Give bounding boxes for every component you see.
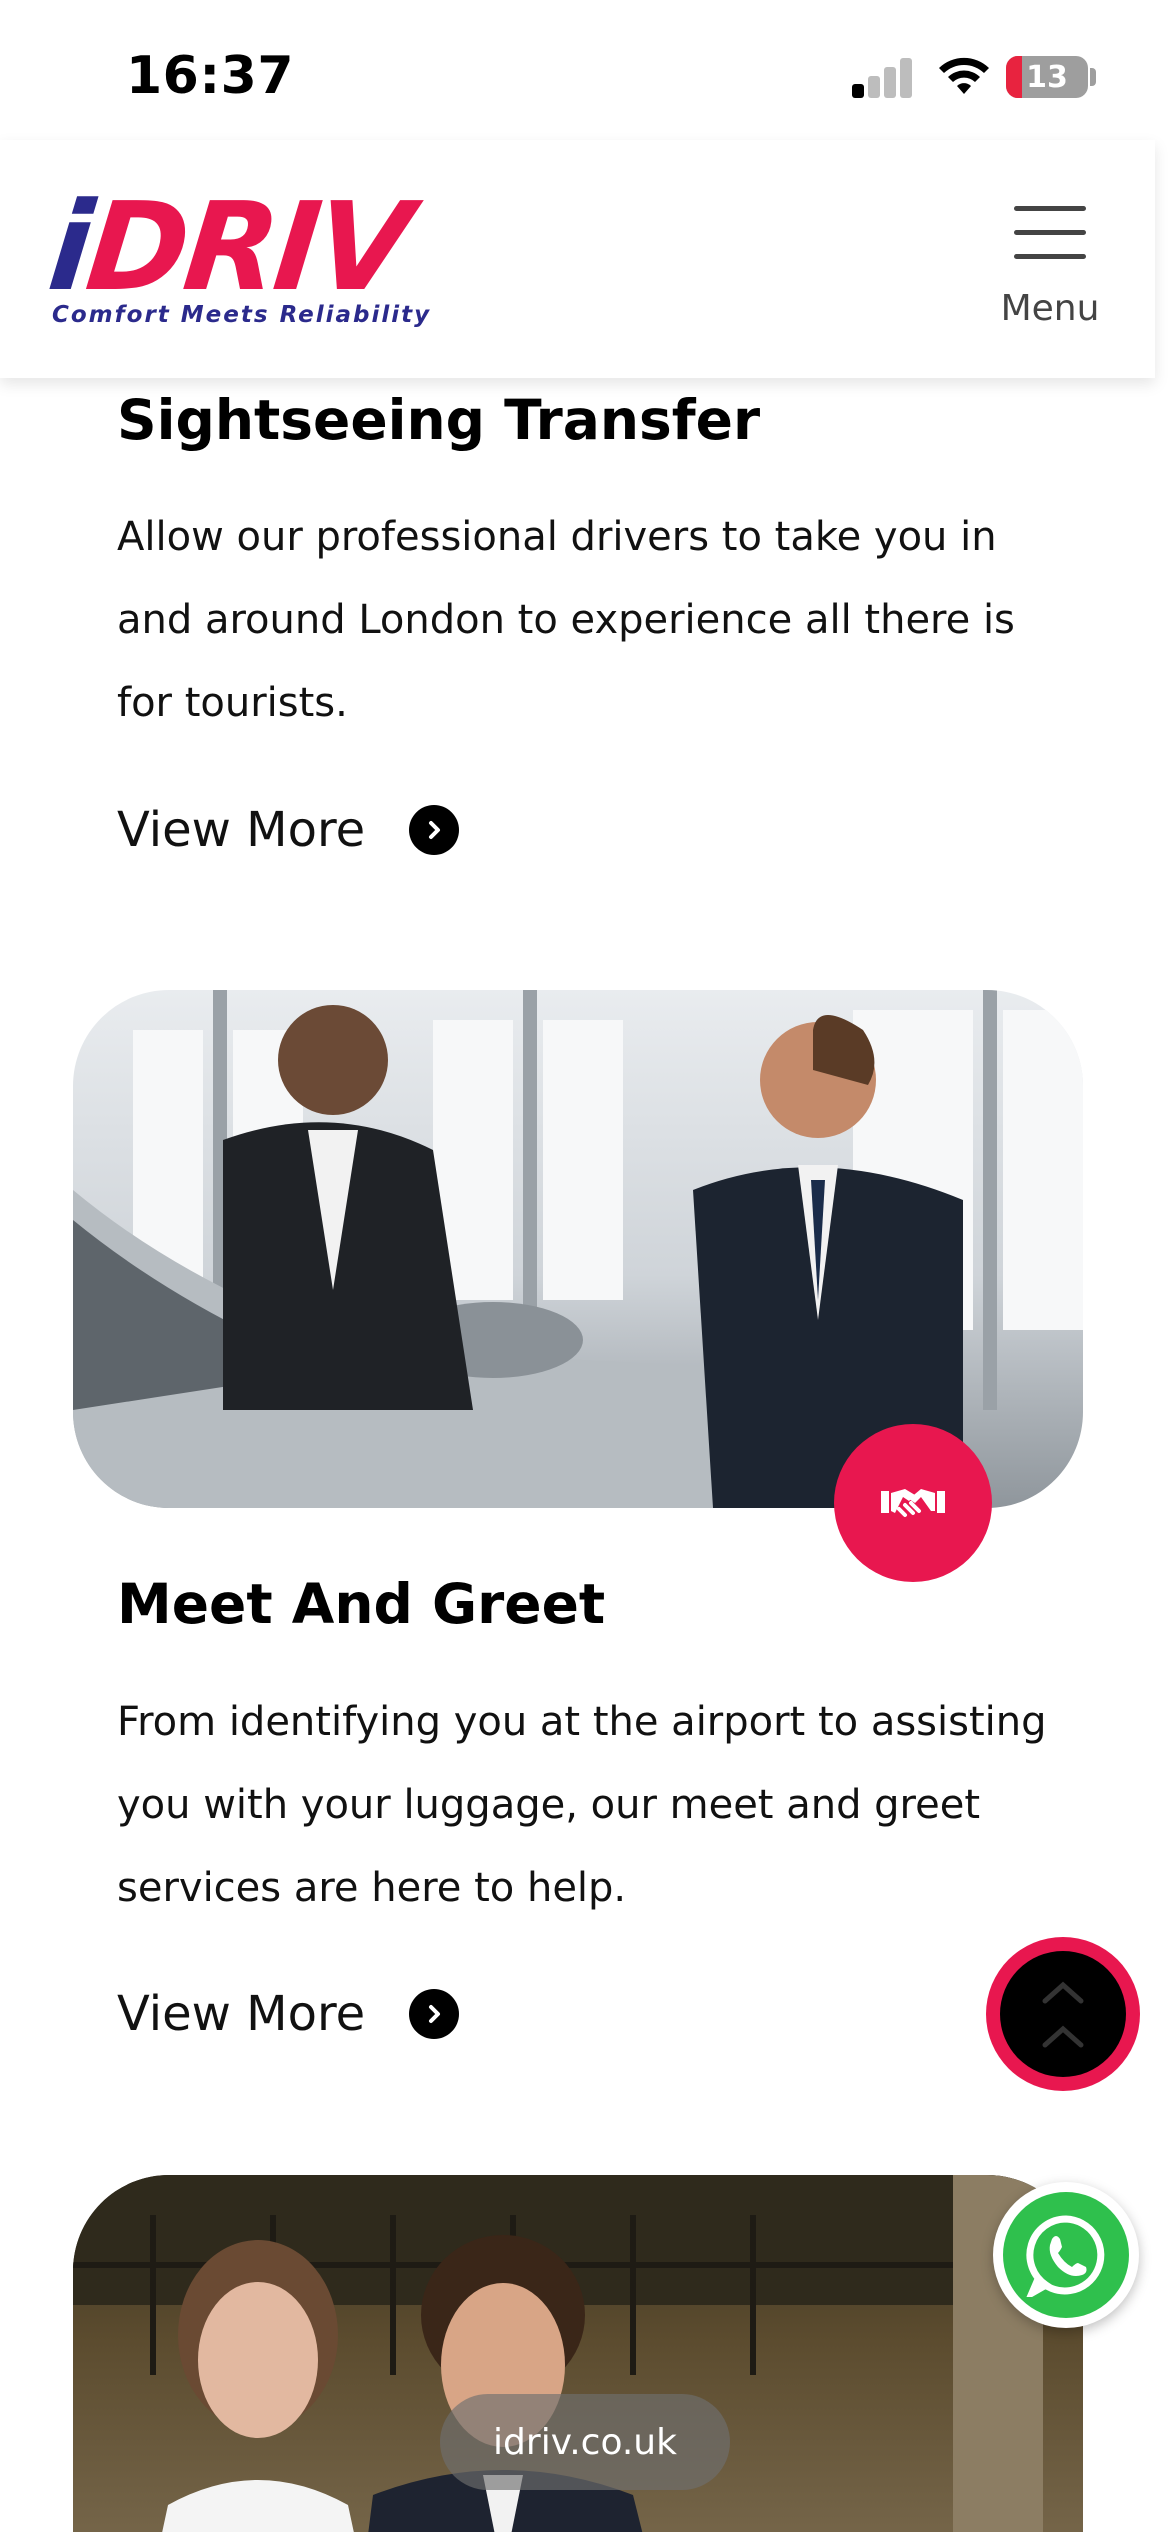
view-more-label: View More (117, 1986, 366, 2042)
site-header: iDRIV Comfort Meets Reliability Menu (0, 140, 1155, 378)
hamburger-icon (1014, 206, 1086, 211)
cellular-signal-icon (852, 56, 914, 98)
whatsapp-icon (1026, 2215, 1105, 2297)
battery-icon: 13 (1006, 56, 1088, 98)
handshake-icon (881, 1489, 945, 1517)
service-title-meet-and-greet: Meet And Greet (117, 1572, 606, 1636)
service-description-sightseeing: Allow our professional drivers to take y… (117, 514, 1015, 726)
whatsapp-chat-button[interactable] (993, 2182, 1139, 2328)
scroll-to-top-button[interactable] (986, 1937, 1140, 2091)
logo-tagline: Comfort Meets Reliability (52, 302, 432, 328)
service-title-sightseeing: Sightseeing Transfer (117, 388, 761, 452)
view-more-sightseeing-link[interactable]: View More (117, 800, 460, 860)
status-bar: 16:37 13 (0, 0, 1170, 140)
menu-label: Menu (1000, 288, 1100, 329)
chevron-right-icon (409, 1989, 460, 2039)
chevron-right-icon (409, 805, 460, 855)
handshake-icon-badge (834, 1424, 992, 1582)
battery-tip (1090, 68, 1096, 86)
logo-wordmark: iDRIV (42, 176, 415, 318)
browser-url-bar[interactable]: idriv.co.uk (440, 2394, 730, 2490)
chevron-up-icon (1042, 1981, 1084, 2048)
menu-button[interactable]: Menu (990, 200, 1110, 340)
idriv-logo[interactable]: iDRIV Comfort Meets Reliability (43, 176, 490, 332)
view-more-label: View More (117, 802, 366, 858)
status-time: 16:37 (126, 46, 295, 106)
service-description-meet-and-greet: From identifying you at the airport to a… (117, 1699, 1047, 1911)
battery-percent: 13 (1026, 60, 1068, 95)
wifi-icon (939, 57, 989, 94)
view-more-meet-and-greet-link[interactable]: View More (117, 1984, 460, 2044)
